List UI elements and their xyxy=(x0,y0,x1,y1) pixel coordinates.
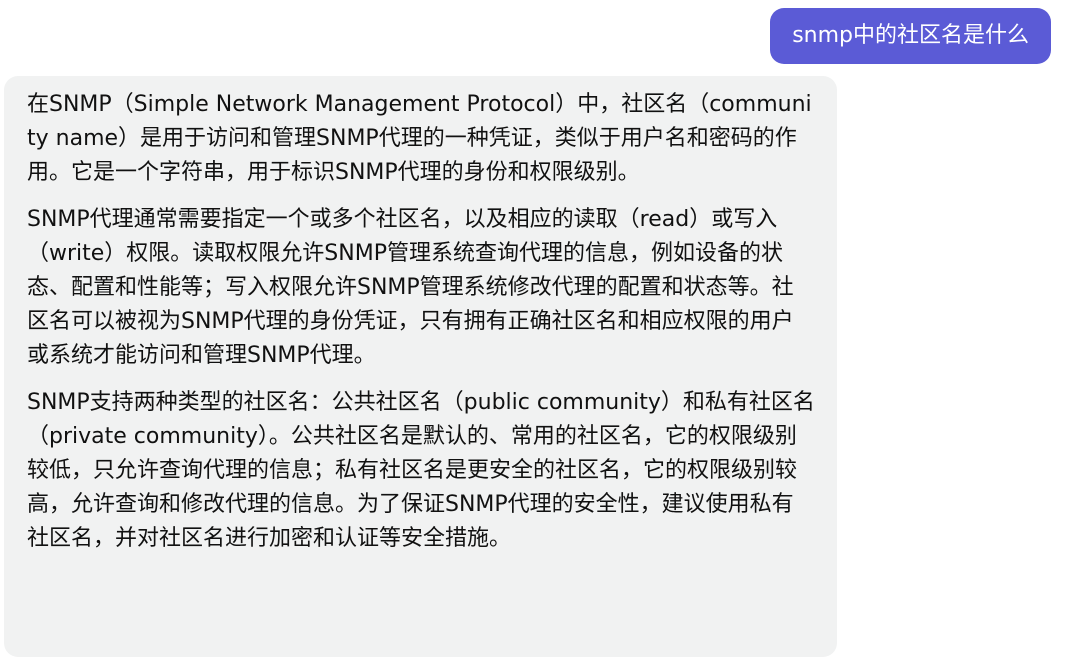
assistant-message-bubble: 在SNMP（Simple Network Management Protocol… xyxy=(4,76,837,657)
user-message-bubble: snmp中的社区名是什么 xyxy=(770,8,1051,64)
user-message-text: snmp中的社区名是什么 xyxy=(792,23,1029,48)
assistant-paragraph: SNMP代理通常需要指定一个或多个社区名，以及相应的读取（read）或写入（wr… xyxy=(27,207,794,368)
assistant-paragraph: SNMP支持两种类型的社区名：公共社区名（public community）和私… xyxy=(27,390,815,551)
chat-conversation: snmp中的社区名是什么 在SNMP（Simple Network Manage… xyxy=(0,0,1091,664)
assistant-paragraph: 在SNMP（Simple Network Management Protocol… xyxy=(27,92,812,185)
